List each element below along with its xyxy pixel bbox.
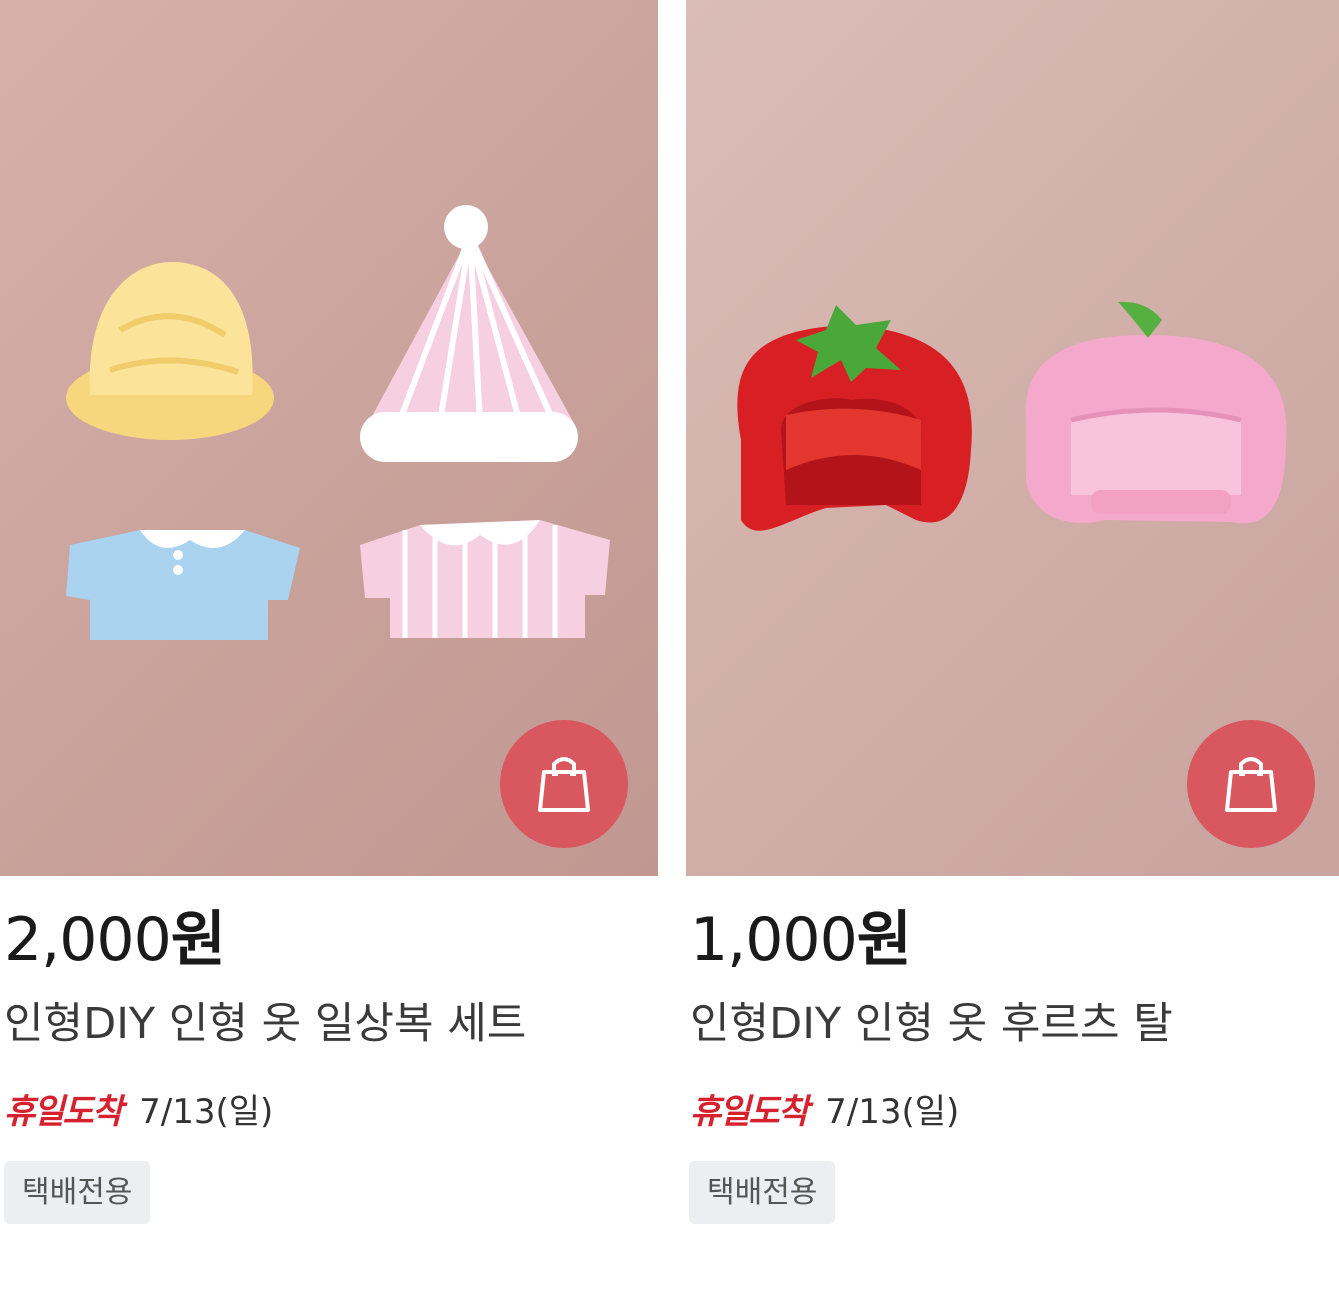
product-title[interactable]: 인형DIY 인형 옷 후르츠 탈 [690, 992, 1173, 1056]
shipping-tag: 택배전용 [689, 1161, 836, 1224]
delivery-date: 7/13(일) [139, 1091, 274, 1132]
bucket-hat-icon [66, 262, 274, 440]
holiday-delivery-badge: 휴일도착 [690, 1091, 809, 1132]
peach-hood-icon [1025, 301, 1287, 524]
blue-shirt-icon [66, 530, 300, 640]
price-value: 1,000 [690, 905, 858, 975]
price-value: 2,000 [4, 905, 172, 975]
product-title[interactable]: 인형DIY 인형 옷 일상복 세트 [4, 992, 526, 1056]
add-to-cart-button[interactable] [500, 720, 628, 848]
product-image[interactable] [686, 0, 1339, 876]
product-card[interactable]: 2,000원 인형DIY 인형 옷 일상복 세트 휴일도착 7/13(일) 택배… [0, 0, 658, 1305]
shopping-bag-icon [1225, 757, 1277, 812]
shopping-bag-icon [538, 757, 590, 812]
holiday-delivery-badge: 휴일도착 [4, 1091, 123, 1132]
price-unit: 원 [170, 905, 226, 975]
delivery-date: 7/13(일) [825, 1091, 960, 1132]
nightcap-icon [360, 205, 578, 462]
strawberry-hood-icon [737, 305, 972, 531]
price: 1,000원 [690, 900, 912, 980]
product-grid: 2,000원 인형DIY 인형 옷 일상복 세트 휴일도착 7/13(일) 택배… [0, 0, 1339, 1305]
price: 2,000원 [4, 900, 226, 980]
add-to-cart-button[interactable] [1187, 720, 1315, 848]
shipping-tag: 택배전용 [4, 1161, 151, 1224]
delivery-info: 휴일도착 7/13(일) [4, 1080, 273, 1136]
product-card[interactable]: 1,000원 인형DIY 인형 옷 후르츠 탈 휴일도착 7/13(일) 택배전… [686, 0, 1339, 1305]
product-image[interactable] [0, 0, 658, 876]
striped-shirt-icon [360, 520, 610, 638]
delivery-info: 휴일도착 7/13(일) [690, 1080, 959, 1136]
price-unit: 원 [856, 905, 912, 975]
